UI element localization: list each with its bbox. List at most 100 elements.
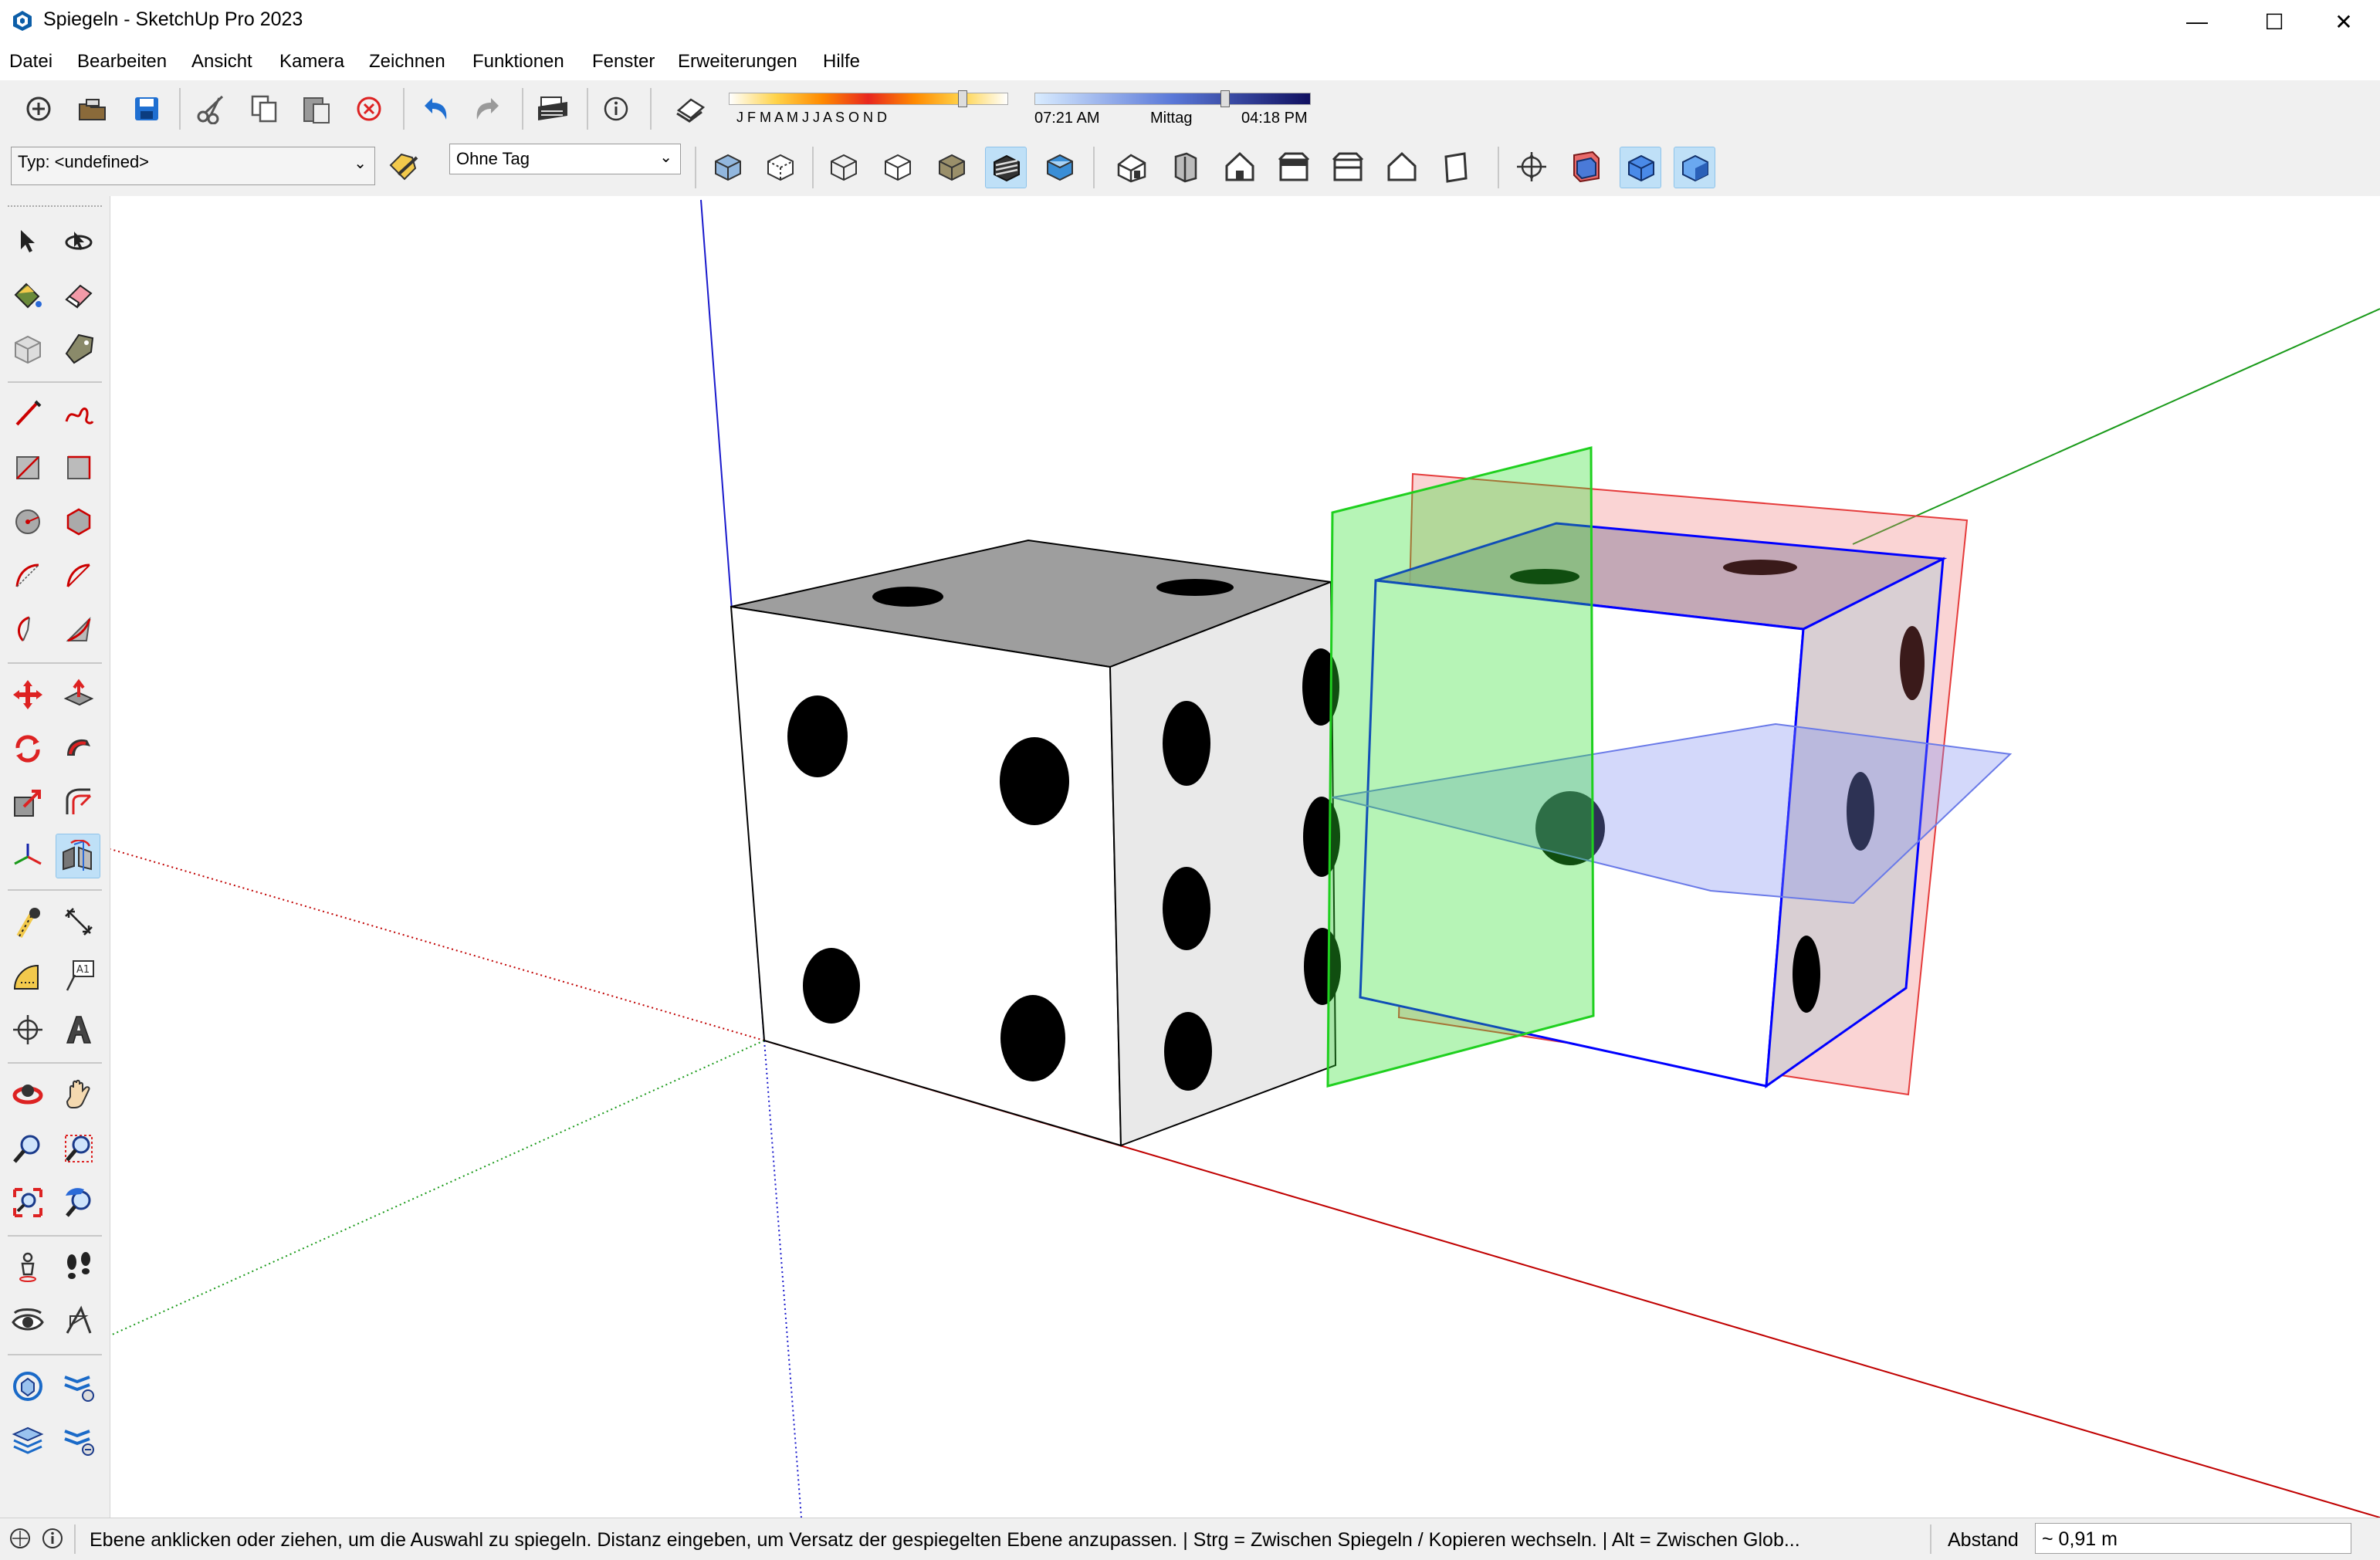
- top-view-button[interactable]: [1166, 147, 1206, 187]
- rotated-rectangle-tool[interactable]: [57, 446, 100, 489]
- left-die[interactable]: [730, 539, 1341, 1147]
- menu-ansicht[interactable]: Ansicht: [191, 51, 252, 73]
- three-point-arc-tool[interactable]: [57, 608, 100, 651]
- menu-kamera[interactable]: Kamera: [279, 51, 344, 73]
- tag-select[interactable]: Ohne Tag ⌄: [449, 144, 681, 174]
- solid-tools-tool[interactable]: [6, 1365, 49, 1408]
- axes-tool[interactable]: [6, 835, 49, 878]
- make-component-tool[interactable]: [6, 327, 49, 371]
- green-mirror-plane[interactable]: [1326, 446, 1595, 1088]
- redo-button[interactable]: [468, 89, 508, 129]
- display-section-cuts-button[interactable]: [1620, 147, 1661, 188]
- freehand-tool[interactable]: [57, 392, 100, 435]
- monochrome-button[interactable]: [1039, 147, 1079, 187]
- minimize-button[interactable]: —: [2162, 0, 2233, 43]
- scale-tool[interactable]: [6, 781, 49, 824]
- menu-datei[interactable]: Datei: [9, 51, 52, 73]
- menu-zeichnen[interactable]: Zeichnen: [369, 51, 445, 73]
- orbit-tool[interactable]: [6, 1073, 49, 1116]
- flip-tool[interactable]: [56, 834, 100, 878]
- eraser-tool[interactable]: [57, 273, 100, 316]
- display-section-planes-button[interactable]: [1566, 147, 1606, 187]
- look-around-tool[interactable]: [6, 1300, 49, 1343]
- tape-measure-tool[interactable]: [6, 900, 49, 943]
- arc-tool[interactable]: [6, 554, 49, 597]
- right-view-button[interactable]: [1274, 147, 1314, 187]
- open-button[interactable]: [73, 89, 113, 129]
- wireframe-button[interactable]: [823, 147, 863, 187]
- stack-tool[interactable]: [6, 1419, 49, 1462]
- circle-tool[interactable]: [6, 500, 49, 543]
- time-slider[interactable]: [1034, 90, 1311, 107]
- back-view-button[interactable]: [1328, 147, 1368, 187]
- print-button[interactable]: [533, 89, 573, 129]
- three-d-text-tool[interactable]: [57, 1008, 100, 1051]
- push-pull-tool[interactable]: [57, 673, 100, 716]
- position-camera-tool[interactable]: [6, 1246, 49, 1289]
- zoom-tool[interactable]: [6, 1127, 49, 1170]
- menu-erweiterungen[interactable]: Erweiterungen: [678, 51, 797, 73]
- cut-button[interactable]: [191, 89, 232, 129]
- model-info-button[interactable]: [596, 89, 636, 129]
- time-slider-thumb[interactable]: [1220, 90, 1230, 107]
- select-tool[interactable]: [6, 219, 49, 262]
- section-plane-button[interactable]: [1512, 147, 1552, 187]
- polygon-tool[interactable]: [57, 500, 100, 543]
- menu-funktionen[interactable]: Funktionen: [472, 51, 564, 73]
- save-button[interactable]: [127, 89, 167, 129]
- display-section-fill-button[interactable]: [1674, 147, 1715, 188]
- zoom-window-tool[interactable]: [57, 1127, 100, 1170]
- rotate-tool[interactable]: [6, 727, 49, 770]
- shaded-button[interactable]: [931, 147, 971, 187]
- zoom-extents-tool[interactable]: [6, 1181, 49, 1224]
- dimension-tool[interactable]: [57, 900, 100, 943]
- menu-bearbeiten[interactable]: Bearbeiten: [77, 51, 167, 73]
- tag-tool[interactable]: [57, 327, 100, 371]
- previous-view-tool[interactable]: [57, 1181, 100, 1224]
- month-slider-thumb[interactable]: [958, 90, 967, 107]
- pan-tool[interactable]: [57, 1073, 100, 1116]
- pie-tool[interactable]: [6, 608, 49, 651]
- close-window-button[interactable]: ✕: [2308, 0, 2379, 43]
- bottom-view-button[interactable]: [1436, 147, 1476, 187]
- outer-shell-tool[interactable]: [57, 1365, 100, 1408]
- follow-me-tool[interactable]: [57, 727, 100, 770]
- left-view-button[interactable]: [1382, 147, 1422, 187]
- info-icon[interactable]: [42, 1528, 63, 1553]
- type-select[interactable]: Typ: <undefined> ⌄: [11, 147, 375, 185]
- measurements-input[interactable]: ~ 0,91 m: [2035, 1523, 2351, 1554]
- walk-tool[interactable]: [57, 1246, 100, 1289]
- undo-button[interactable]: [415, 89, 455, 129]
- hidden-line-button[interactable]: [877, 147, 917, 187]
- move-tool[interactable]: [6, 673, 49, 716]
- paste-button[interactable]: [296, 89, 337, 129]
- copy-button[interactable]: [244, 89, 284, 129]
- menu-hilfe[interactable]: Hilfe: [823, 51, 860, 73]
- text-tool[interactable]: A1: [57, 954, 100, 997]
- shadows-toggle-button[interactable]: [670, 89, 710, 129]
- offset-tool[interactable]: [57, 781, 100, 824]
- two-point-arc-tool[interactable]: [57, 554, 100, 597]
- section-plane-tool[interactable]: [6, 1008, 49, 1051]
- menu-fenster[interactable]: Fenster: [592, 51, 655, 73]
- model-viewport[interactable]: [110, 196, 2380, 1518]
- protractor-tool[interactable]: [6, 954, 49, 997]
- back-edges-button[interactable]: [760, 147, 800, 187]
- maximize-button[interactable]: ☐: [2239, 0, 2310, 43]
- front-view-button[interactable]: [1220, 147, 1260, 187]
- new-button[interactable]: [19, 89, 59, 129]
- xray-button[interactable]: [707, 147, 747, 187]
- palette-grip[interactable]: [8, 205, 102, 210]
- erase-button[interactable]: [349, 89, 389, 129]
- geolocation-icon[interactable]: [9, 1528, 31, 1553]
- rectangle-tool[interactable]: [6, 446, 49, 489]
- tag-tool-button[interactable]: [384, 147, 425, 187]
- intersect-tool[interactable]: [57, 1419, 100, 1462]
- iso-view-button[interactable]: [1112, 147, 1152, 187]
- orbit-tool-top[interactable]: [57, 219, 100, 262]
- paint-bucket-tool[interactable]: [6, 273, 49, 316]
- month-slider[interactable]: [729, 90, 1008, 107]
- shaded-with-textures-button[interactable]: [985, 147, 1027, 188]
- line-tool[interactable]: [6, 392, 49, 435]
- match-photo-tool[interactable]: [57, 1300, 100, 1343]
